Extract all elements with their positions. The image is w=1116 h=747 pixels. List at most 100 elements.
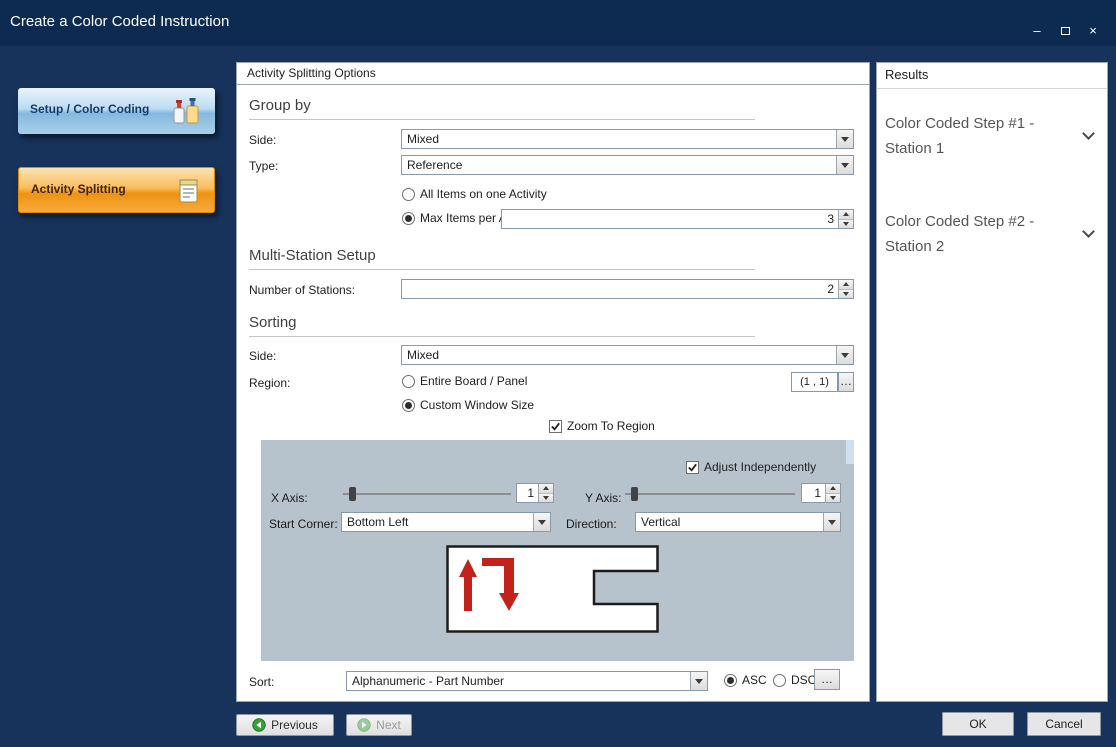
all-items-radio[interactable] [402,188,415,201]
max-items-input[interactable]: 3 [501,209,854,229]
panel-scrollbar[interactable] [846,440,854,464]
dropdown-value: Bottom Left [342,513,533,531]
sort-ellipsis-button[interactable]: … [814,669,840,690]
x-axis-spinner [538,484,553,502]
spinner-down-button[interactable] [839,289,853,299]
adjust-independently-row: Adjust Independently [686,460,816,474]
dropdown-arrow-button[interactable] [836,156,853,174]
color-coding-icon [167,96,205,126]
spinner-down-button[interactable] [539,493,553,503]
y-axis-spinner [825,484,840,502]
start-corner-dropdown[interactable]: Bottom Left [341,512,551,532]
dropdown-arrow-button[interactable] [690,672,707,690]
activity-splitting-options-panel: Activity Splitting Options Group by Side… [236,62,870,702]
asc-radio-row: ASC [724,673,767,687]
max-items-radio[interactable] [402,212,415,225]
zoom-to-region-checkbox[interactable] [549,420,562,433]
direction-dropdown[interactable]: Vertical [635,512,841,532]
y-axis-slider[interactable] [625,485,795,503]
result-item-step-2[interactable]: Color Coded Step #2 - Station 2 [877,201,1107,271]
previous-icon [252,718,266,732]
ok-button[interactable]: OK [942,712,1014,736]
group-by-heading: Group by [249,97,755,120]
dropdown-arrow-button[interactable] [836,346,853,364]
chevron-down-icon[interactable] [1082,127,1095,140]
results-title: Results [885,67,928,82]
dialog-window: Create a Color Coded Instruction – × Set… [0,0,1116,747]
chevron-down-icon [841,353,849,358]
chevron-down-icon[interactable] [1082,225,1095,238]
start-corner-label: Start Corner: [269,517,338,531]
sidebar-step-activity-splitting[interactable]: Activity Splitting [18,167,215,213]
close-button[interactable]: × [1086,24,1100,38]
sidebar-step-setup-color-coding[interactable]: Setup / Color Coding [18,88,215,134]
sort-dropdown[interactable]: Alphanumeric - Part Number [346,671,708,691]
direction-label: Direction: [566,517,617,531]
next-button[interactable]: Next [346,714,412,736]
chevron-down-icon [841,137,849,142]
dropdown-arrow-button[interactable] [823,513,840,531]
all-items-label: All Items on one Activity [420,187,547,201]
region-ellipsis-button[interactable]: … [838,372,854,392]
sorting-side-label: Side: [249,349,276,363]
multi-station-heading: Multi-Station Setup [249,247,755,270]
stations-input[interactable]: 2 [401,279,854,299]
stations-label: Number of Stations: [249,283,355,297]
chevron-down-icon [841,163,849,168]
stations-spinner [838,280,853,298]
chevron-up-icon [830,486,836,490]
window-controls: – × [1030,24,1100,38]
minimize-button[interactable]: – [1030,24,1044,38]
sorting-side-dropdown[interactable]: Mixed [401,345,854,365]
entire-board-radio[interactable] [402,375,415,388]
dropdown-value: Mixed [402,346,836,364]
asc-radio[interactable] [724,674,737,687]
dsc-radio[interactable] [773,674,786,687]
cancel-button[interactable]: Cancel [1027,712,1101,736]
dropdown-arrow-button[interactable] [533,513,550,531]
panel-header: Activity Splitting Options [237,63,869,85]
result-item-label: Color Coded Step #1 - Station 1 [885,111,1060,161]
x-axis-value: 1 [517,484,538,502]
dsc-radio-row: DSC [773,673,816,687]
spinner-down-button[interactable] [826,493,840,503]
custom-window-radio[interactable] [402,399,415,412]
dropdown-value: Vertical [636,513,823,531]
adjust-independently-checkbox[interactable] [686,461,699,474]
step-label: Setup / Color Coding [30,102,149,116]
result-item-step-1[interactable]: Color Coded Step #1 - Station 1 [877,103,1107,173]
side-label: Side: [249,133,276,147]
spinner-up-button[interactable] [539,484,553,493]
results-separator [877,88,1107,89]
checkmark-icon [550,421,561,432]
maximize-button[interactable] [1058,24,1072,38]
group-side-dropdown[interactable]: Mixed [401,129,854,149]
entire-board-label: Entire Board / Panel [420,374,527,388]
dsc-label: DSC [791,673,816,687]
custom-window-panel: Adjust Independently X Axis: 1 Y Axis: [261,440,854,661]
group-type-dropdown[interactable]: Reference [401,155,854,175]
dropdown-arrow-button[interactable] [836,130,853,148]
spinner-up-button[interactable] [839,280,853,289]
x-axis-slider[interactable] [343,485,511,503]
previous-button[interactable]: Previous [236,714,334,736]
checkmark-icon [687,462,698,473]
chevron-down-icon [843,222,849,226]
y-axis-input[interactable]: 1 [801,483,841,503]
slider-thumb[interactable] [349,487,356,501]
custom-window-label: Custom Window Size [420,398,534,412]
spinner-up-button[interactable] [826,484,840,493]
direction-preview-diagram [446,545,659,633]
asc-label: ASC [742,673,767,687]
chevron-up-icon [843,282,849,286]
spinner-up-button[interactable] [839,210,853,219]
slider-thumb[interactable] [631,487,638,501]
dropdown-value: Reference [402,156,836,174]
next-icon [357,718,371,732]
region-coordinates-box: (1 , 1) [791,372,838,392]
x-axis-input[interactable]: 1 [516,483,554,503]
spinner-down-button[interactable] [839,219,853,229]
titlebar[interactable]: Create a Color Coded Instruction – × [0,0,1116,46]
type-label: Type: [249,159,278,173]
zoom-to-region-row: Zoom To Region [549,419,655,433]
